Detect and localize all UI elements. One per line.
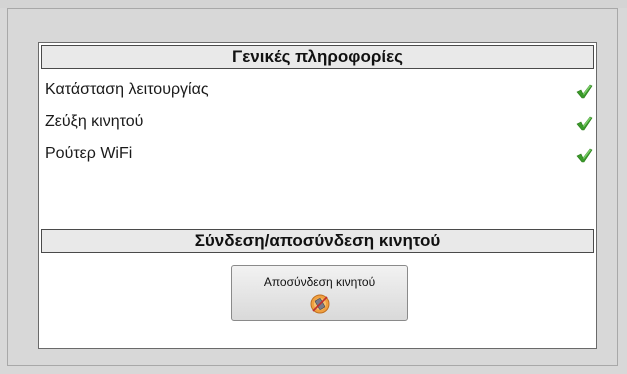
checkmark-icon	[576, 84, 593, 99]
status-row-operation: Κατάσταση λειτουργίας	[45, 80, 593, 102]
disconnect-phone-button[interactable]: Αποσύνδεση κινητού	[231, 265, 408, 321]
status-row-wifi-router: Ρούτερ WiFi	[45, 144, 593, 166]
status-row-phone-pairing: Ζεύξη κινητού	[45, 112, 593, 134]
top-strip	[0, 0, 627, 8]
checkmark-icon	[576, 116, 593, 131]
phone-connection-header: Σύνδεση/αποσύνδεση κινητού	[41, 229, 594, 253]
checkmark-icon	[576, 148, 593, 163]
phone-disconnect-icon	[310, 294, 329, 314]
status-label-operation: Κατάσταση λειτουργίας	[45, 81, 209, 98]
info-panel: Γενικές πληροφορίες Κατάσταση λειτουργία…	[38, 42, 597, 349]
page: Γενικές πληροφορίες Κατάσταση λειτουργία…	[0, 0, 627, 374]
status-label-wifi-router: Ρούτερ WiFi	[45, 145, 133, 162]
general-info-header: Γενικές πληροφορίες	[41, 45, 594, 69]
disconnect-phone-label: Αποσύνδεση κινητού	[263, 275, 376, 289]
status-label-phone-pairing: Ζεύξη κινητού	[45, 113, 144, 130]
